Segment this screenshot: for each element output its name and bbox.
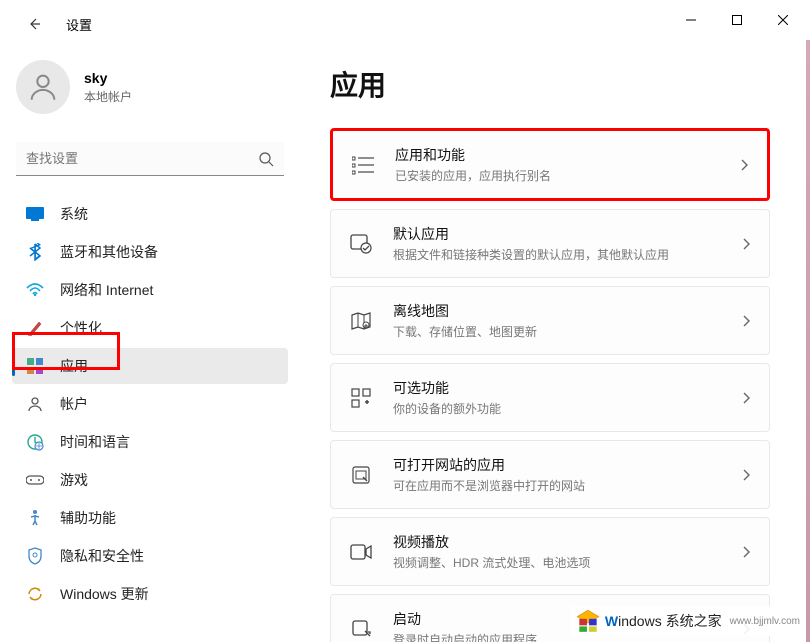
nav-label: 辅助功能 xyxy=(60,508,116,528)
card-title: 默认应用 xyxy=(393,224,721,244)
card-title: 应用和功能 xyxy=(395,145,719,165)
wifi-icon xyxy=(26,281,44,299)
nav-item-accounts[interactable]: 帐户 xyxy=(12,386,288,422)
user-name: sky xyxy=(84,70,132,86)
avatar xyxy=(16,60,70,114)
map-icon xyxy=(349,309,373,333)
watermark-url: www.bjjmlv.com xyxy=(730,616,800,627)
back-button[interactable] xyxy=(22,12,46,36)
windows-logo-icon xyxy=(575,608,601,634)
card-title: 可打开网站的应用 xyxy=(393,455,721,475)
maximize-icon xyxy=(732,15,742,25)
nav-item-bluetooth[interactable]: 蓝牙和其他设备 xyxy=(12,234,288,270)
paintbrush-icon xyxy=(26,319,44,337)
nav-item-privacy[interactable]: 隐私和安全性 xyxy=(12,538,288,574)
main-content: 应用 应用和功能 已安装的应用，应用执行别名 默认应用 根据文件和链接种类设置的… xyxy=(300,40,810,642)
close-icon xyxy=(778,15,788,25)
video-icon xyxy=(349,540,373,564)
user-account-type: 本地帐户 xyxy=(84,88,132,105)
maximize-button[interactable] xyxy=(714,4,760,36)
shield-icon xyxy=(26,547,44,565)
right-edge-decoration xyxy=(806,40,810,642)
nav-label: 系统 xyxy=(60,204,88,224)
watermark-brand-rest: indows xyxy=(618,613,662,629)
sidebar: sky 本地帐户 系统 蓝牙和其他设备 网络和 Internet xyxy=(0,40,300,642)
card-title: 可选功能 xyxy=(393,378,721,398)
card-title: 离线地图 xyxy=(393,301,721,321)
nav-label: 应用 xyxy=(60,356,88,376)
card-desc: 下载、存储位置、地图更新 xyxy=(393,323,721,340)
clock-globe-icon xyxy=(26,433,44,451)
puzzle-icon xyxy=(349,386,373,410)
nav-label: 时间和语言 xyxy=(60,432,130,452)
chevron-right-icon xyxy=(741,545,751,559)
chevron-right-icon xyxy=(741,391,751,405)
gamepad-icon xyxy=(26,471,44,489)
card-apps-for-websites[interactable]: 可打开网站的应用 可在应用而不是浏览器中打开的网站 xyxy=(330,440,770,509)
window-title: 设置 xyxy=(66,15,92,34)
window-controls xyxy=(668,4,806,36)
close-button[interactable] xyxy=(760,4,806,36)
user-block[interactable]: sky 本地帐户 xyxy=(12,48,288,134)
nav-label: 隐私和安全性 xyxy=(60,546,144,566)
watermark-brand-prefix: W xyxy=(605,613,618,629)
card-default-apps[interactable]: 默认应用 根据文件和链接种类设置的默认应用，其他默认应用 xyxy=(330,209,770,278)
search-input[interactable] xyxy=(26,151,258,166)
apps-icon xyxy=(26,357,44,375)
minimize-button[interactable] xyxy=(668,4,714,36)
nav-item-time-language[interactable]: 时间和语言 xyxy=(12,424,288,460)
watermark: Windows 系统之家 www.bjjmlv.com xyxy=(571,606,804,636)
chevron-right-icon xyxy=(739,158,749,172)
nav-label: 游戏 xyxy=(60,470,88,490)
page-title: 应用 xyxy=(330,64,770,104)
card-desc: 根据文件和链接种类设置的默认应用，其他默认应用 xyxy=(393,246,721,263)
watermark-suffix: 系统之家 xyxy=(666,613,722,629)
search-icon xyxy=(258,151,274,167)
nav-item-apps[interactable]: 应用 xyxy=(12,348,288,384)
card-desc: 你的设备的额外功能 xyxy=(393,400,721,417)
nav-item-accessibility[interactable]: 辅助功能 xyxy=(12,500,288,536)
nav-label: 网络和 Internet xyxy=(60,280,153,300)
nav-label: 蓝牙和其他设备 xyxy=(60,242,158,262)
card-optional-features[interactable]: 可选功能 你的设备的额外功能 xyxy=(330,363,770,432)
titlebar: 设置 xyxy=(0,0,810,40)
chevron-right-icon xyxy=(741,468,751,482)
card-desc: 可在应用而不是浏览器中打开的网站 xyxy=(393,477,721,494)
system-icon xyxy=(26,205,44,223)
card-video-playback[interactable]: 视频播放 视频调整、HDR 流式处理、电池选项 xyxy=(330,517,770,586)
nav-label: 个性化 xyxy=(60,318,102,338)
card-desc: 视频调整、HDR 流式处理、电池选项 xyxy=(393,554,721,571)
nav: 系统 蓝牙和其他设备 网络和 Internet 个性化 应用 帐户 xyxy=(12,196,288,612)
chevron-right-icon xyxy=(741,237,751,251)
bluetooth-icon xyxy=(26,243,44,261)
minimize-icon xyxy=(686,15,696,25)
person-icon xyxy=(26,395,44,413)
update-icon xyxy=(26,585,44,603)
card-desc: 已安装的应用，应用执行别名 xyxy=(395,167,719,184)
card-apps-features[interactable]: 应用和功能 已安装的应用，应用执行别名 xyxy=(330,128,770,201)
accessibility-icon xyxy=(26,509,44,527)
nav-item-system[interactable]: 系统 xyxy=(12,196,288,232)
startup-icon xyxy=(349,617,373,641)
arrow-left-icon xyxy=(26,16,42,32)
nav-item-network[interactable]: 网络和 Internet xyxy=(12,272,288,308)
card-title: 视频播放 xyxy=(393,532,721,552)
nav-label: Windows 更新 xyxy=(60,584,149,604)
website-apps-icon xyxy=(349,463,373,487)
list-icon xyxy=(351,153,375,177)
chevron-right-icon xyxy=(741,314,751,328)
card-offline-maps[interactable]: 离线地图 下载、存储位置、地图更新 xyxy=(330,286,770,355)
user-icon xyxy=(26,70,60,104)
nav-item-windows-update[interactable]: Windows 更新 xyxy=(12,576,288,612)
search-box[interactable] xyxy=(16,142,284,176)
default-apps-icon xyxy=(349,232,373,256)
nav-item-personalization[interactable]: 个性化 xyxy=(12,310,288,346)
nav-label: 帐户 xyxy=(60,394,88,414)
nav-item-gaming[interactable]: 游戏 xyxy=(12,462,288,498)
